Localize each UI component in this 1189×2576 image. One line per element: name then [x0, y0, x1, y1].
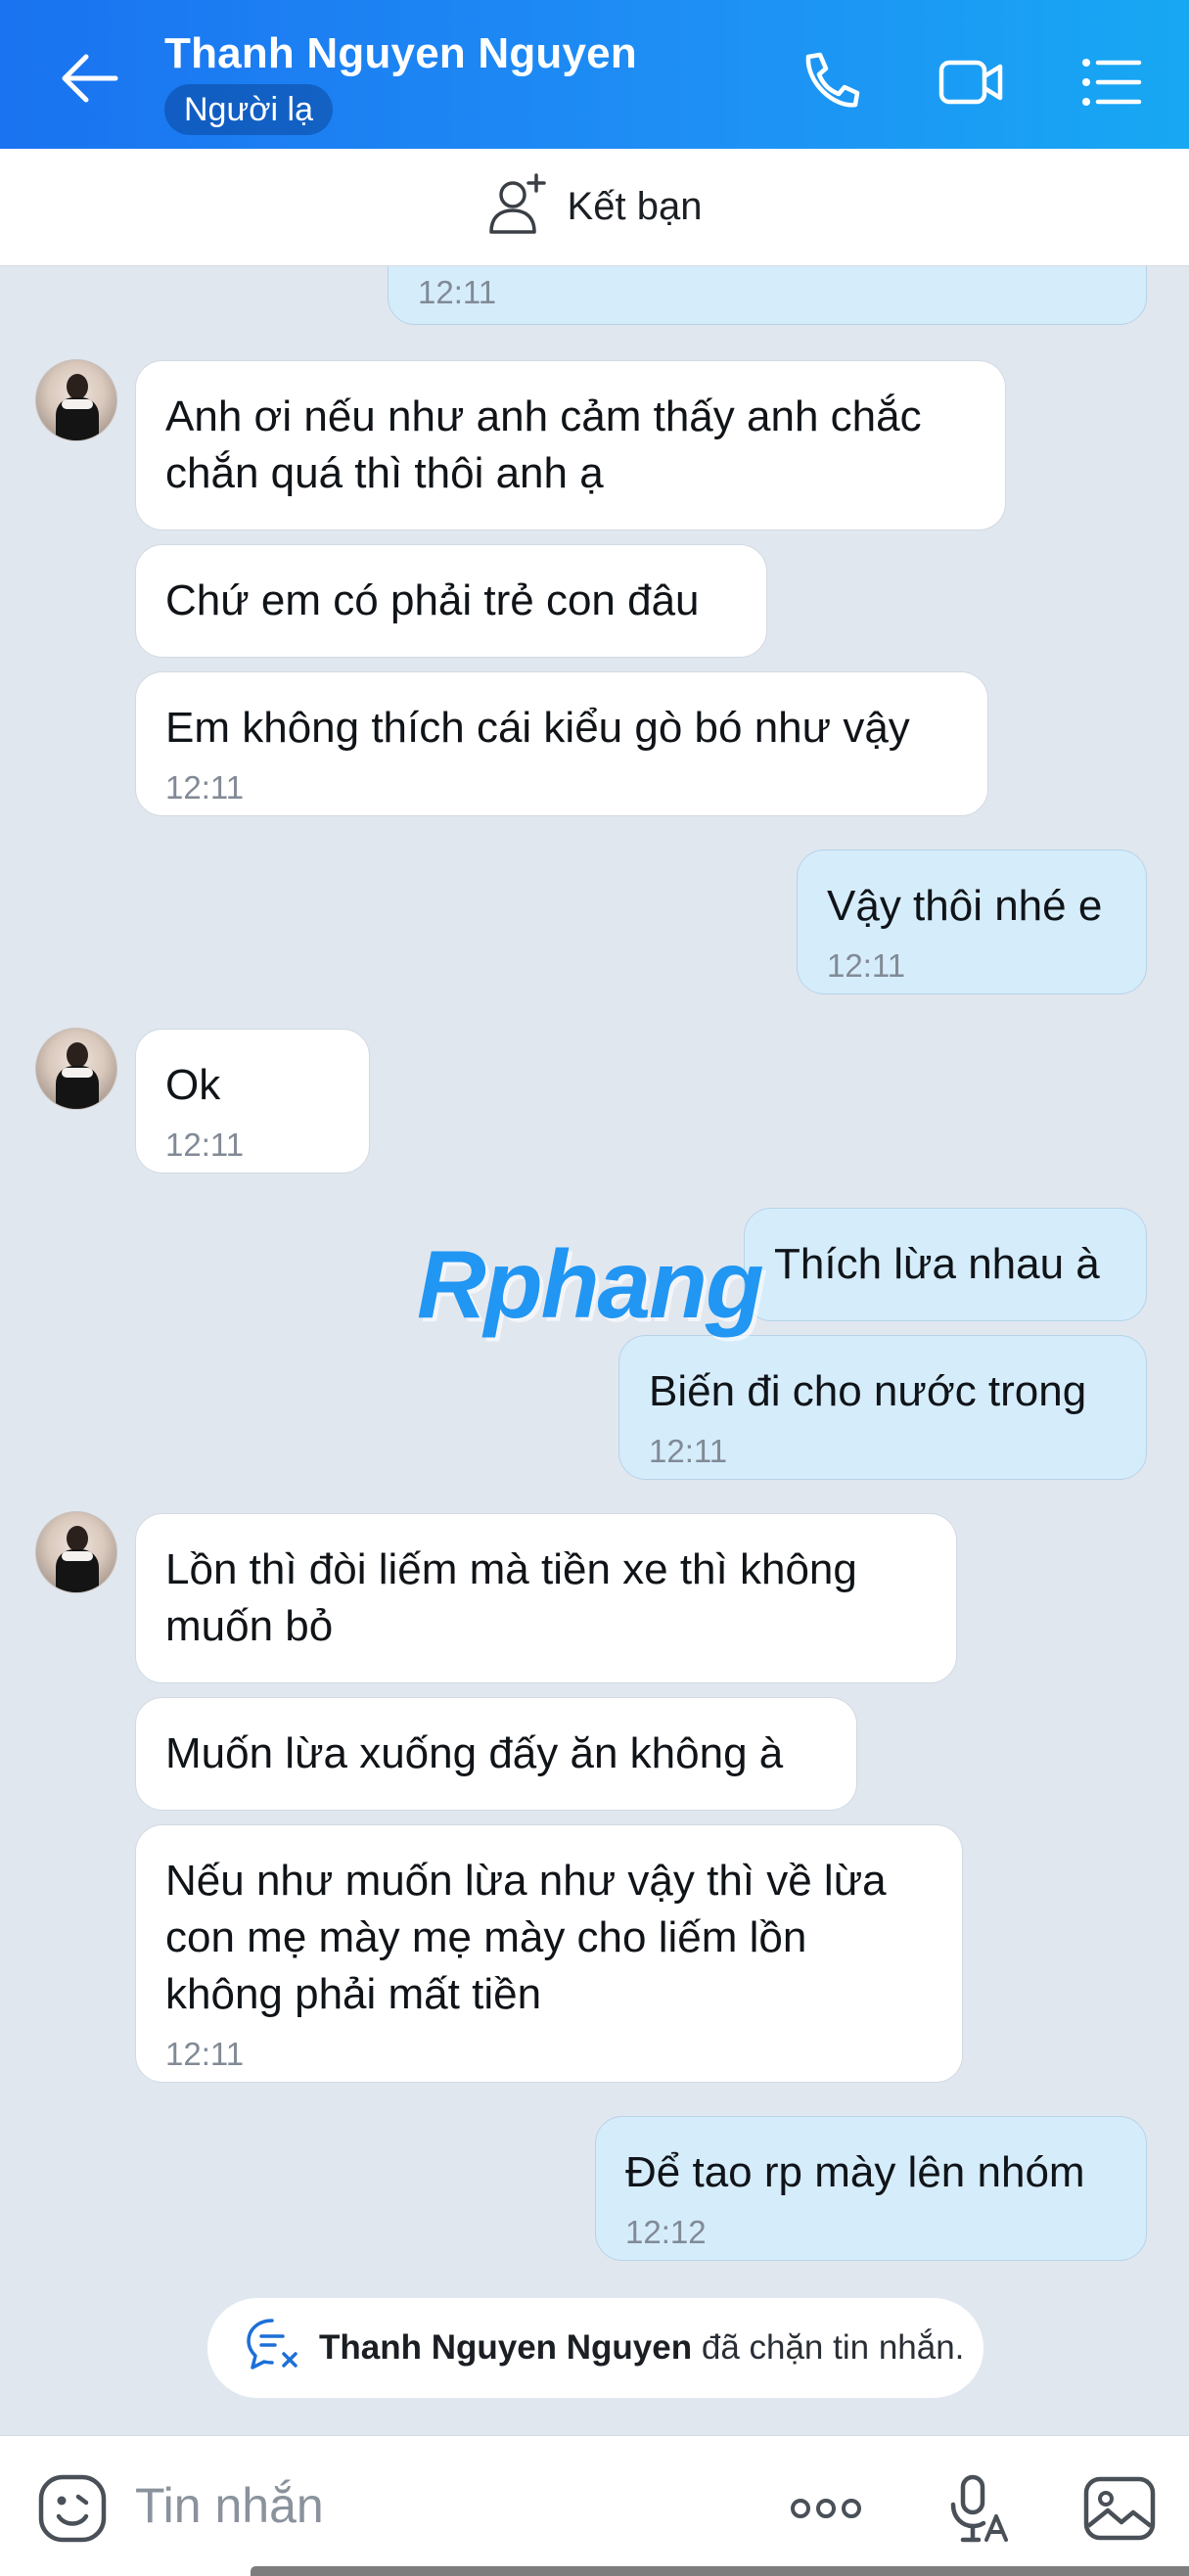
more-icon[interactable]	[789, 2471, 863, 2546]
message-bubble-incoming[interactable]: Lồn thì đòi liếm mà tiền xe thì không mu…	[135, 1513, 957, 1683]
message-text: Nếu như muốn lừa như vậy thì về lừa con …	[165, 1857, 887, 2018]
message-bubble-incoming[interactable]: Nếu như muốn lừa như vậy thì về lừa con …	[135, 1824, 963, 2083]
back-arrow-icon[interactable]	[59, 51, 121, 106]
message-text: Lồn thì đòi liếm mà tiền xe thì không mu…	[165, 1545, 857, 1650]
contact-name[interactable]: Thanh Nguyen Nguyen	[164, 29, 637, 78]
message-time: 12:11	[827, 947, 906, 984]
blocked-notice-text: Thanh Nguyen Nguyen đã chặn tin nhắn.	[319, 2328, 964, 2368]
message-bubble-outgoing[interactable]: Biến đi cho nước trong 12:11	[618, 1335, 1147, 1480]
message-text: Vậy thôi nhé e	[827, 882, 1103, 930]
message-text: Thích lừa nhau à	[774, 1240, 1100, 1288]
message-text: Muốn lừa xuống đấy ăn không à	[165, 1729, 784, 1777]
message-time: 12:11	[418, 274, 497, 310]
blocked-contact-name: Thanh Nguyen Nguyen	[319, 2328, 693, 2367]
message-text: Để tao rp mày lên nhóm	[625, 2148, 1085, 2196]
message-time: 12:11	[165, 2036, 245, 2072]
message-text: Em không thích cái kiểu gò bó như vậy	[165, 704, 910, 752]
add-friend-label: Kết bạn	[567, 185, 703, 228]
message-list[interactable]: 12:11 Anh ơi nếu như anh cảm thấy anh ch…	[0, 266, 1189, 2435]
message-bubble-outgoing[interactable]: 12:11	[388, 266, 1147, 325]
contact-avatar[interactable]	[35, 1028, 117, 1110]
message-bubble-incoming[interactable]: Em không thích cái kiểu gò bó như vậy 12…	[135, 671, 988, 816]
message-time: 12:11	[165, 1127, 245, 1163]
message-input[interactable]: Tin nhắn	[135, 2477, 324, 2534]
message-text: Biến đi cho nước trong	[649, 1367, 1087, 1415]
sticker-icon[interactable]	[35, 2471, 110, 2546]
message-text: Chứ em có phải trẻ con đâu	[165, 576, 700, 624]
phone-icon[interactable]	[795, 47, 865, 117]
message-bubble-incoming[interactable]: Anh ơi nếu như anh cảm thấy anh chắc chắ…	[135, 360, 1006, 530]
message-input-bar: Tin nhắn	[0, 2435, 1189, 2576]
add-user-icon	[487, 171, 554, 243]
message-bubble-incoming[interactable]: Muốn lừa xuống đấy ăn không à	[135, 1697, 857, 1811]
message-bubble-outgoing[interactable]: Vậy thôi nhé e 12:11	[797, 850, 1147, 994]
video-call-icon[interactable]	[936, 47, 1006, 117]
message-time: 12:11	[649, 1433, 728, 1469]
blocked-chat-icon	[243, 2315, 301, 2382]
message-bubble-incoming[interactable]: Ok 12:11	[135, 1029, 370, 1173]
home-indicator[interactable]	[251, 2566, 1189, 2576]
chat-header: Thanh Nguyen Nguyen Người lạ	[0, 0, 1189, 149]
contact-avatar[interactable]	[35, 359, 117, 441]
blocked-message: đã chặn tin nhắn.	[692, 2328, 965, 2367]
message-text: Anh ơi nếu như anh cảm thấy anh chắc chắ…	[165, 392, 922, 497]
stranger-badge: Người lạ	[164, 84, 333, 135]
message-time: 12:11	[165, 769, 245, 805]
image-icon[interactable]	[1082, 2471, 1157, 2546]
menu-list-icon[interactable]	[1076, 47, 1147, 117]
voice-to-text-icon[interactable]	[939, 2471, 1014, 2546]
blocked-notice: Thanh Nguyen Nguyen đã chặn tin nhắn.	[207, 2298, 983, 2398]
message-text: Ok	[165, 1061, 221, 1109]
contact-avatar[interactable]	[35, 1511, 117, 1593]
message-bubble-incoming[interactable]: Chứ em có phải trẻ con đâu	[135, 544, 767, 658]
message-bubble-outgoing[interactable]: Thích lừa nhau à	[744, 1208, 1147, 1321]
add-friend-bar[interactable]: Kết bạn	[0, 149, 1189, 266]
message-time: 12:12	[625, 2214, 707, 2250]
message-bubble-outgoing[interactable]: Để tao rp mày lên nhóm 12:12	[595, 2116, 1147, 2261]
chat-screen: Thanh Nguyen Nguyen Người lạ Kết bạn 12:…	[0, 0, 1189, 2576]
